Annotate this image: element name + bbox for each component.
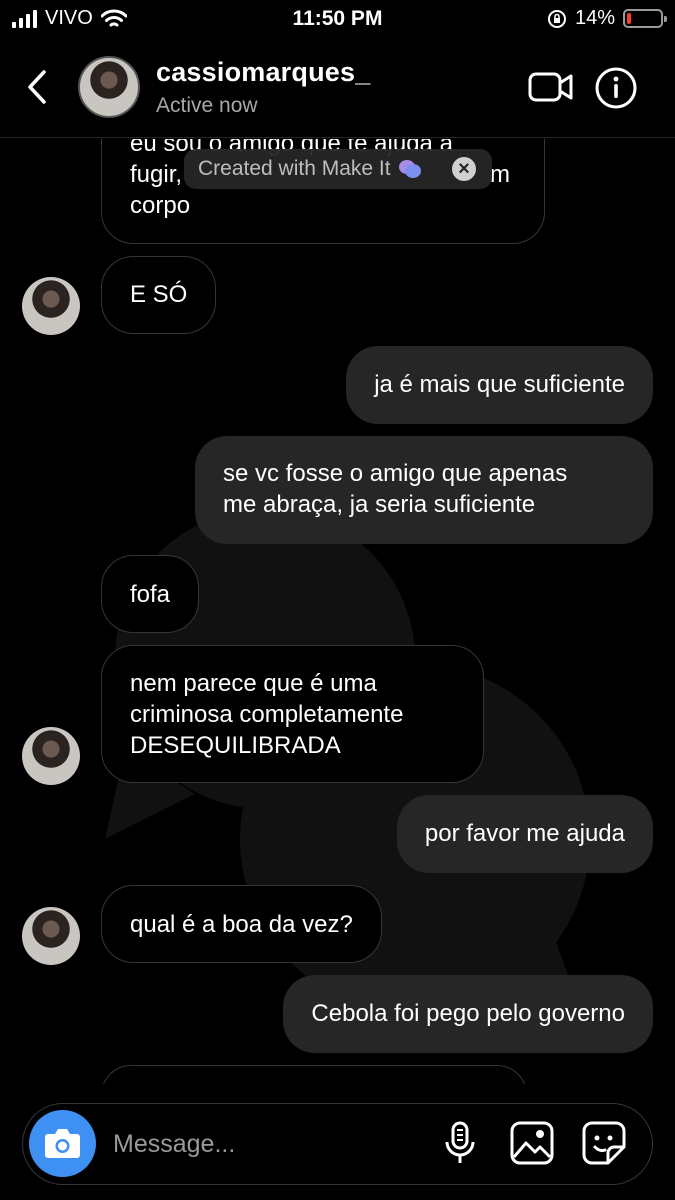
video-call-icon[interactable] [528,69,574,105]
message-text: por favor me ajuda [424,820,625,847]
message-bubble-incoming[interactable] [101,1065,527,1084]
contact-username[interactable]: cassiomarques_ [156,57,370,88]
sender-avatar[interactable] [22,907,80,965]
camera-button[interactable] [29,1110,96,1177]
message-bubble-outgoing[interactable]: se vc fosse o amigo que apenas me abraça… [195,436,653,544]
message-thread[interactable]: eu sou o amigo que te ajuda a fugir, m c… [0,139,675,1084]
message-text-line: corpo [130,192,191,219]
message-text: fofa [130,581,171,608]
active-status: Active now [156,94,258,117]
message-text: Cebola foi pego pelo governo [311,1000,625,1027]
battery-percent: 14% [574,7,615,29]
watermark-text: Created with Make It [198,157,391,180]
make-it-watermark: Created with Make It × [184,149,492,189]
close-icon[interactable]: × [452,157,476,181]
message-text-line: me abraça, ja seria suficiente [223,491,536,518]
message-text-line: DESEQUILIBRADA [130,732,341,759]
message-bubble-incoming[interactable]: E SÓ [101,256,217,334]
message-bubble-incoming[interactable]: qual é a boa da vez? [101,885,382,963]
message-text-line: fugir, [130,161,183,188]
message-bubble-outgoing[interactable]: Cebola foi pego pelo governo [283,975,653,1053]
message-text-line: nem parece que é uma [130,670,377,697]
sticker-icon[interactable] [581,1120,627,1166]
message-text: qual é a boa da vez? [130,911,353,938]
status-bar: VIVO 11:50 PM 14% [0,0,675,40]
back-icon[interactable] [22,66,54,108]
message-bubble-outgoing[interactable]: por favor me ajuda [396,795,653,873]
message-text-line: criminosa completamente [130,701,404,728]
message-text-line: se vc fosse o amigo que apenas [223,460,568,487]
sender-avatar[interactable] [22,727,80,785]
message-bubble-incoming[interactable]: fofa [101,555,200,633]
message-composer [22,1103,653,1185]
message-text: E SÓ [130,281,188,308]
sender-avatar[interactable] [22,277,80,335]
chat-bubbles-icon [398,160,421,178]
message-text: ja é mais que suficiente [374,371,625,398]
message-input[interactable] [113,1126,363,1162]
chat-header: cassiomarques_ Active now [0,40,675,138]
info-icon[interactable] [595,67,637,109]
battery-fill [627,13,631,24]
battery-icon [623,9,667,28]
microphone-icon[interactable] [437,1120,483,1166]
message-bubble-incoming[interactable]: nem parece que é uma criminosa completam… [101,645,484,783]
gallery-icon[interactable] [509,1120,555,1166]
orientation-lock-icon [547,9,566,28]
message-bubble-outgoing[interactable]: ja é mais que suficiente [346,346,653,424]
message-text-line: m [490,161,510,188]
contact-avatar[interactable] [78,56,140,118]
camera-icon [45,1129,80,1158]
